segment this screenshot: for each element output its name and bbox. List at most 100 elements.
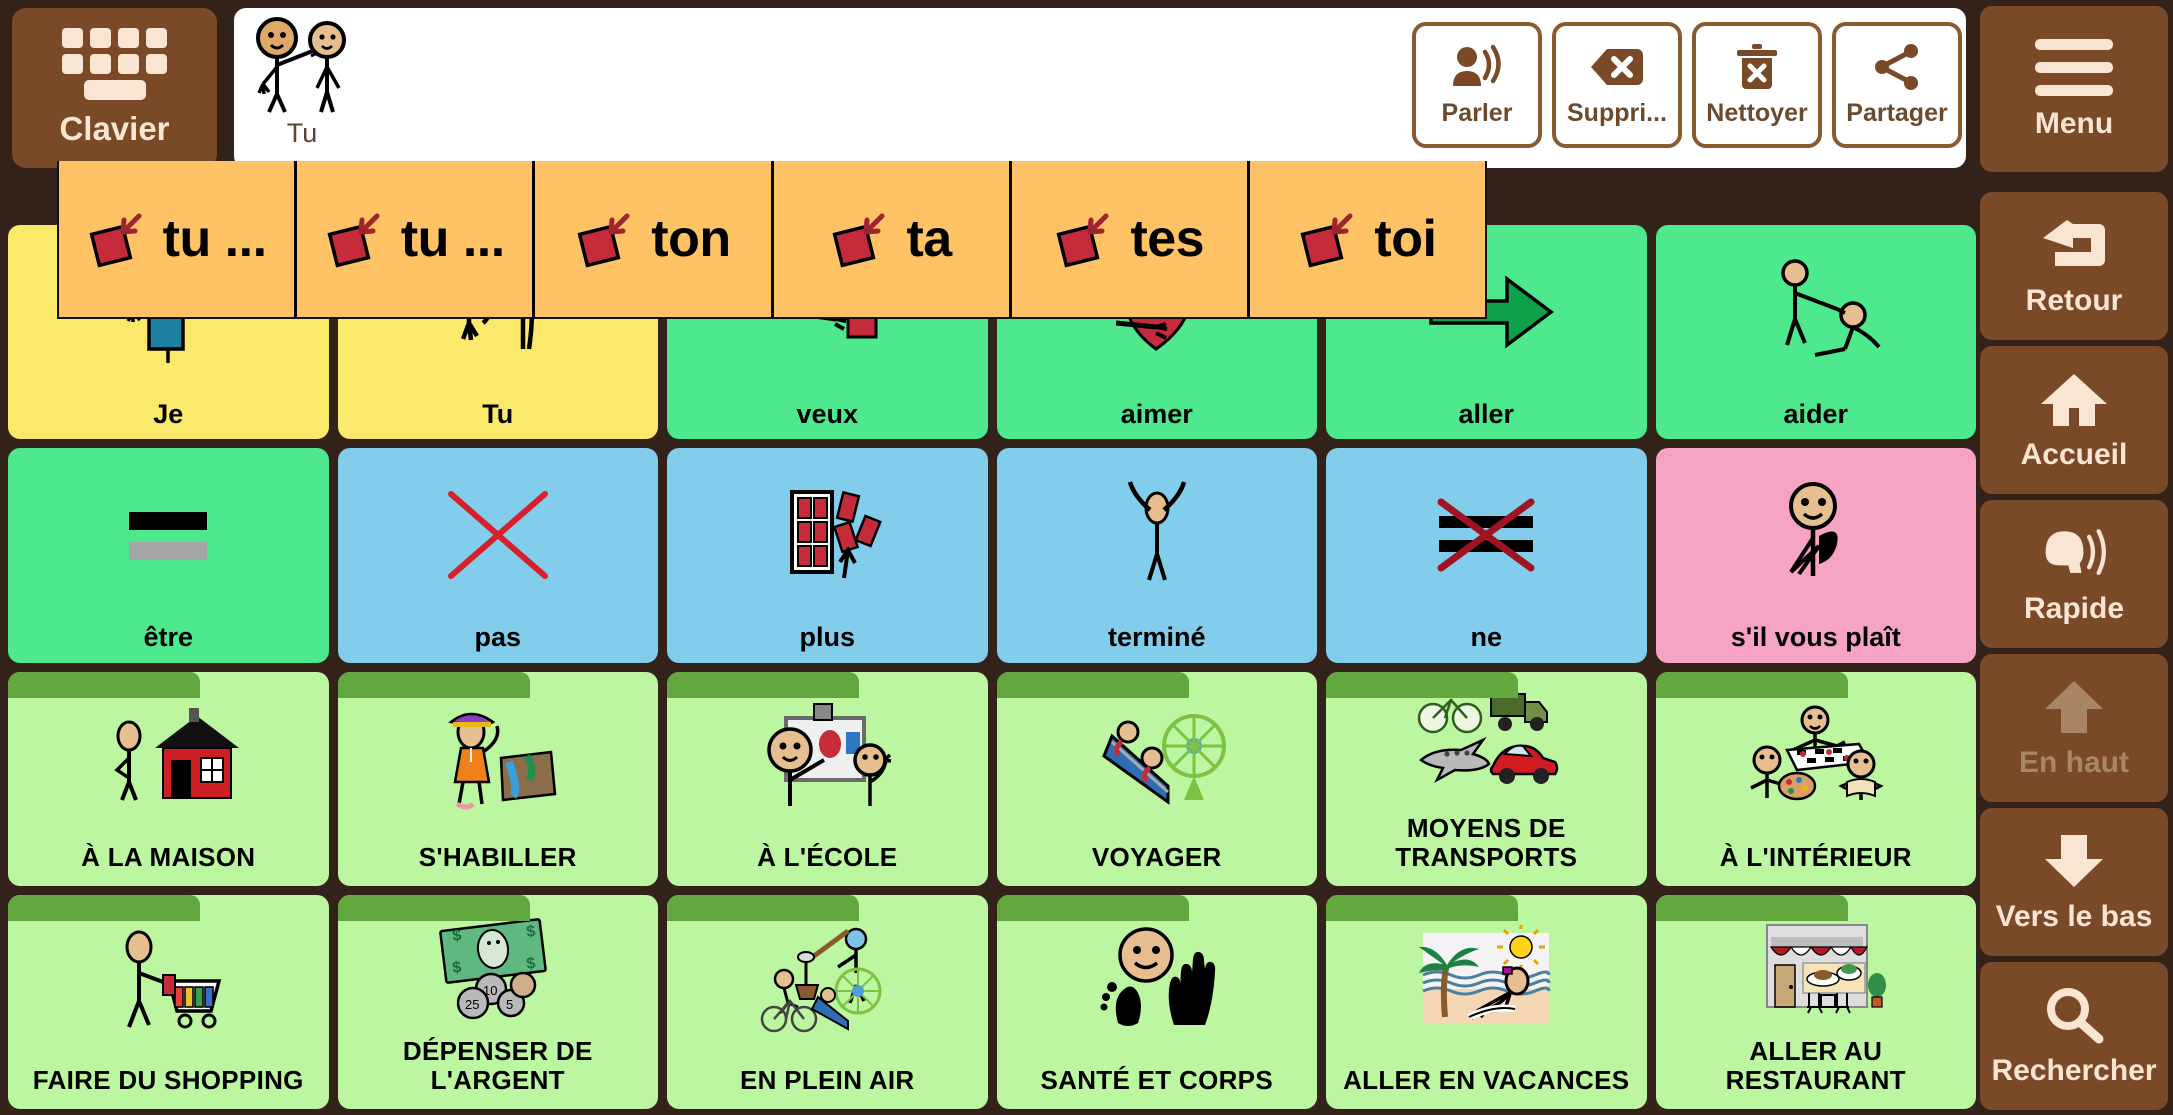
- folder-cell[interactable]: $ $ $ $10 25 5 DÉPENSER DE L'ARGENT: [337, 894, 658, 1109]
- word-cell[interactable]: plus: [667, 448, 988, 663]
- cell-label: ALLER AU RESTAURANT: [1725, 1035, 1906, 1095]
- cell-label: DÉPENSER DE L'ARGENT: [402, 1035, 593, 1095]
- share-button-label: Partager: [1846, 99, 1948, 127]
- sidebar-item-label: Rechercher: [1991, 1053, 2157, 1087]
- folder-cell[interactable]: FAIRE DU SHOPPING: [8, 894, 329, 1109]
- backspace-delete-icon: [1588, 42, 1646, 92]
- folder-tab: [337, 894, 531, 921]
- prediction-bar: tu ... tu ... ton ta tes toi: [57, 161, 1487, 319]
- sidebar-item-label: Retour: [2025, 283, 2123, 317]
- symbol-grid: Je Tu veux aimer aller aider être pas plus termin…: [8, 225, 1976, 1109]
- sidebar-item-label: Rapide: [2023, 591, 2125, 625]
- hamburger-menu-icon: [2035, 37, 2113, 99]
- speak-button[interactable]: Parler: [1412, 22, 1542, 148]
- prediction-item-label: tu ...: [162, 210, 267, 268]
- sidebar-item-label: Menu: [2034, 106, 2114, 140]
- two-people-pointing-icon: [247, 12, 357, 116]
- clear-button[interactable]: Nettoyer: [1692, 22, 1822, 148]
- top-bar: Clavier Tu Parler Suppri... Nettoyer Par…: [0, 0, 1976, 170]
- red-x-cross-icon: [338, 448, 659, 622]
- sidebar-item-menu[interactable]: Menu: [1980, 6, 2168, 172]
- word-cell[interactable]: pas: [337, 448, 659, 663]
- arrow-up-icon: [2038, 676, 2110, 738]
- share-button[interactable]: Partager: [1832, 22, 1962, 148]
- folder-cell[interactable]: ALLER AU RESTAURANT: [1655, 894, 1976, 1109]
- folder-cell[interactable]: MOYENS DE TRANSPORTS: [1326, 671, 1647, 886]
- word-cell[interactable]: être: [8, 448, 329, 663]
- sidebar-item-accueil[interactable]: Accueil: [1980, 345, 2168, 494]
- svg-text:5: 5: [506, 997, 513, 1012]
- folder-cell[interactable]: VOYAGER: [996, 671, 1317, 886]
- person-arms-up-icon: [997, 448, 1318, 622]
- word-cell[interactable]: aider: [1655, 225, 1977, 440]
- folder-cell[interactable]: À LA MAISON: [8, 671, 329, 886]
- folder-cell[interactable]: EN PLEIN AIR: [667, 894, 988, 1109]
- folder-cell[interactable]: À L'ÉCOLE: [667, 671, 988, 886]
- folder-tab: [996, 671, 1190, 698]
- prediction-item[interactable]: ton: [535, 161, 774, 317]
- folder-tab: [337, 671, 531, 698]
- speak-person-icon: [1448, 42, 1506, 92]
- cell-label: plus: [799, 622, 855, 653]
- folder-tab: [1326, 671, 1519, 698]
- prediction-item-label: tu ...: [400, 210, 505, 268]
- folder-cell[interactable]: S'HABILLER: [337, 671, 658, 886]
- home-icon: [2038, 368, 2110, 430]
- prediction-item-label: tes: [1130, 210, 1205, 268]
- folder-cell[interactable]: ALLER EN VACANCES: [1326, 894, 1647, 1109]
- folder-tab: [8, 671, 201, 698]
- bars-crossed-out-icon: [1326, 448, 1647, 622]
- cell-label: Tu: [482, 399, 514, 430]
- speak-button-label: Parler: [1441, 99, 1513, 127]
- sidebar-item-en-haut: En haut: [1980, 653, 2168, 802]
- cell-label: Je: [153, 399, 184, 430]
- delete-button-label: Suppri...: [1567, 99, 1667, 127]
- right-sidebar: Menu Retour Accueil Rapide En haut Vers le ba…: [1976, 0, 2173, 1115]
- cell-label: À L'ÉCOLE: [757, 841, 898, 872]
- prediction-item-label: ton: [651, 210, 731, 268]
- word-cell[interactable]: terminé: [996, 448, 1318, 663]
- blocks-adding-icon: [667, 448, 988, 622]
- prediction-item-label: toi: [1374, 210, 1437, 268]
- prediction-item[interactable]: tu ...: [297, 161, 536, 317]
- sidebar-item-rapide[interactable]: Rapide: [1980, 499, 2168, 648]
- share-icon: [1868, 42, 1926, 92]
- arrow-down-icon: [2038, 830, 2110, 892]
- cell-label: À L'INTÉRIEUR: [1719, 841, 1912, 872]
- cell-label: ALLER EN VACANCES: [1343, 1064, 1630, 1095]
- sentence-item[interactable]: Tu: [242, 12, 362, 162]
- person-helping-person-icon: [1656, 225, 1977, 399]
- folder-tab: [1655, 671, 1849, 698]
- sentence-items: Tu: [234, 8, 362, 162]
- prediction-item[interactable]: ta: [774, 161, 1012, 317]
- search-icon: [2038, 984, 2110, 1046]
- toolbar: Parler Suppri... Nettoyer Partager: [1412, 22, 1962, 148]
- prediction-item[interactable]: tu ...: [59, 161, 298, 317]
- cell-label: être: [143, 622, 194, 653]
- cell-label: À LA MAISON: [81, 841, 256, 872]
- person-please-gesture-icon: [1656, 448, 1977, 622]
- prediction-item[interactable]: tes: [1012, 161, 1250, 317]
- keyboard-button-label: Clavier: [59, 110, 170, 147]
- cell-label: EN PLEIN AIR: [739, 1064, 915, 1095]
- red-diamond-arrow-icon: [1298, 208, 1360, 270]
- red-diamond-arrow-icon: [1054, 208, 1116, 270]
- sidebar-item-rechercher[interactable]: Rechercher: [1980, 961, 2168, 1110]
- folder-tab: [667, 894, 860, 921]
- sidebar-item-label: Vers le bas: [1995, 899, 2153, 933]
- sidebar-item-vers-le-bas[interactable]: Vers le bas: [1980, 807, 2168, 956]
- back-arrow-icon: [2038, 214, 2110, 276]
- cell-label: SANTÉ ET CORPS: [1040, 1064, 1273, 1095]
- cell-label: aider: [1783, 399, 1849, 430]
- sidebar-item-retour[interactable]: Retour: [1980, 191, 2168, 340]
- word-cell[interactable]: s'il vous plaît: [1655, 448, 1977, 663]
- keyboard-button[interactable]: Clavier: [12, 8, 217, 168]
- cell-label: veux: [796, 399, 859, 430]
- folder-cell[interactable]: SANTÉ ET CORPS: [996, 894, 1317, 1109]
- folder-cell[interactable]: À L'INTÉRIEUR: [1655, 671, 1976, 886]
- delete-button[interactable]: Suppri...: [1552, 22, 1682, 148]
- trash-clear-icon: [1728, 42, 1786, 92]
- sidebar-item-label: En haut: [2019, 745, 2129, 779]
- prediction-item[interactable]: toi: [1250, 161, 1485, 317]
- word-cell[interactable]: ne: [1326, 448, 1647, 663]
